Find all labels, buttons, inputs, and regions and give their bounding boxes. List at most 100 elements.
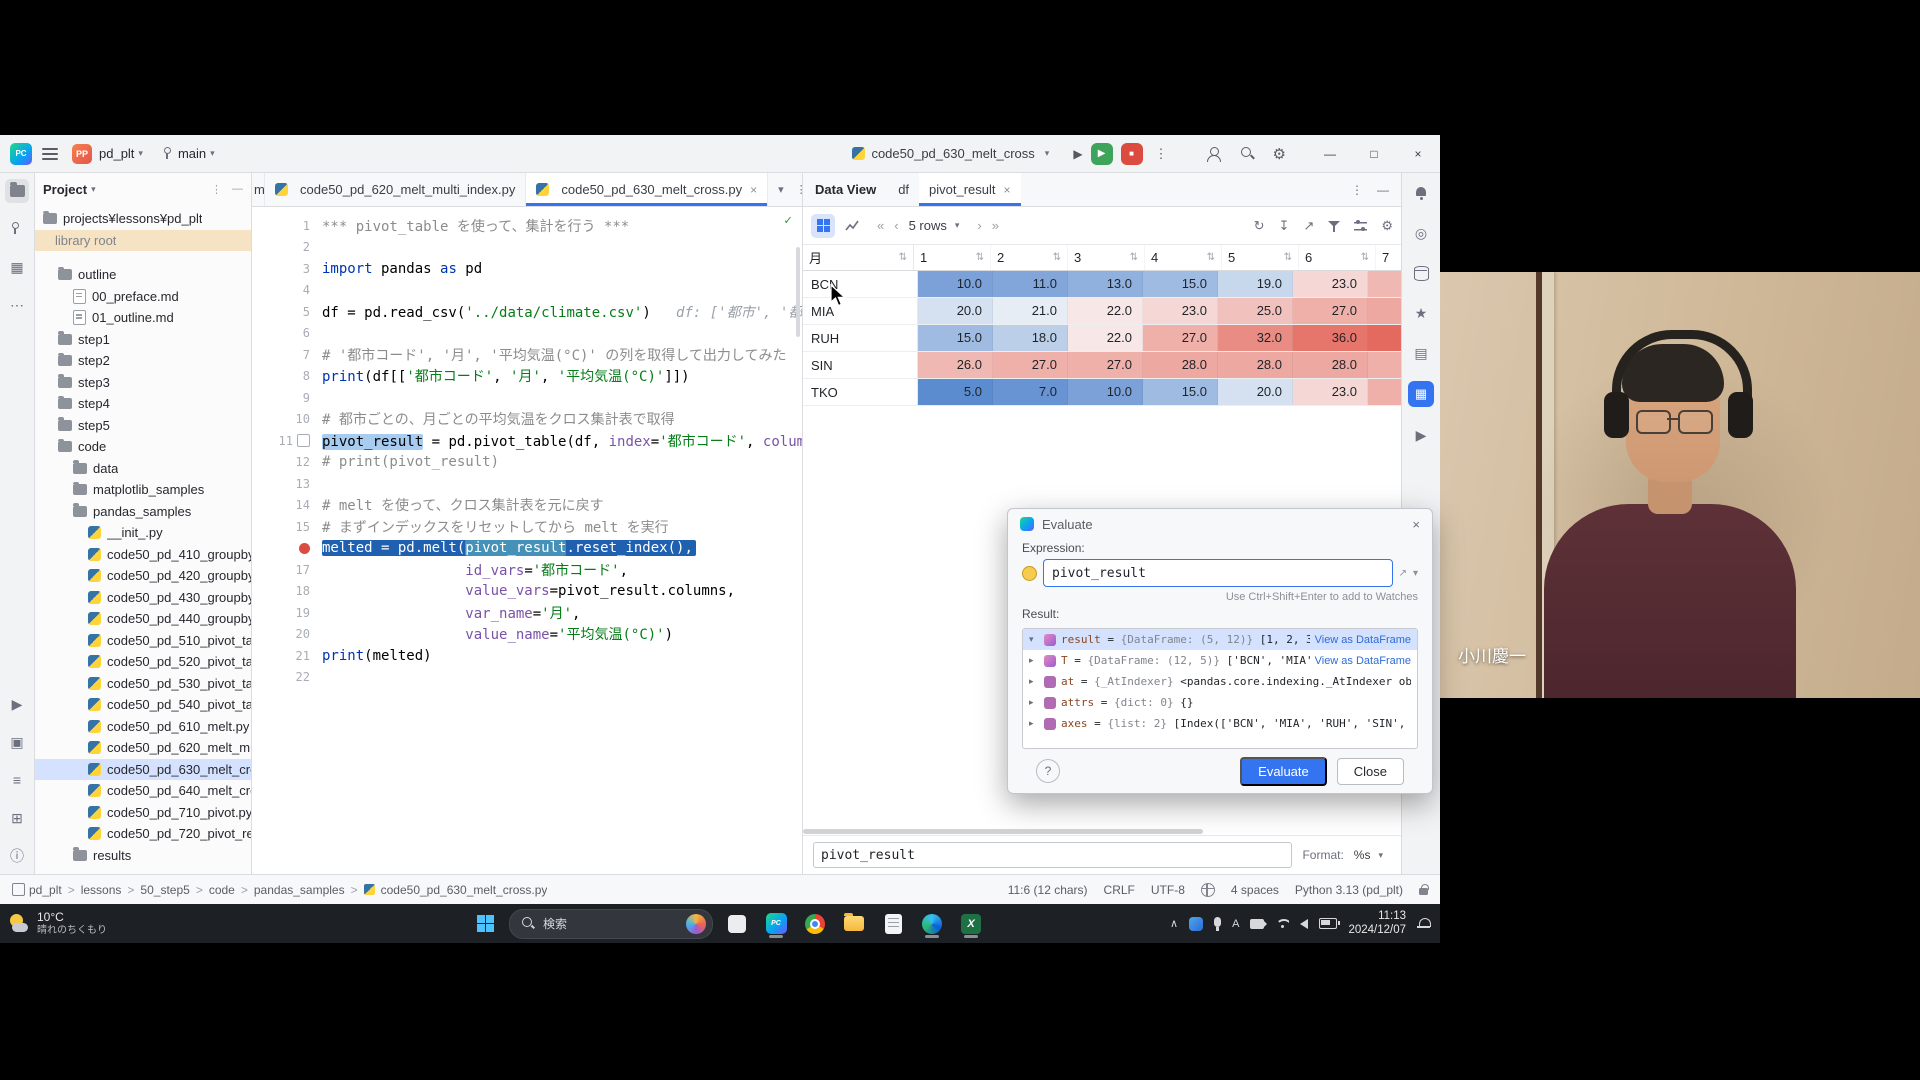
database-tool-icon[interactable] xyxy=(1409,261,1433,285)
project-tree-item[interactable]: projects¥lessons¥pd_plt xyxy=(35,208,251,230)
table-column-header[interactable]: 7⇅ xyxy=(1376,245,1401,270)
prev-page-icon[interactable]: ‹ xyxy=(894,218,898,233)
hide-panel-icon[interactable]: — xyxy=(1377,183,1389,197)
line-ending-indicator[interactable]: CRLF xyxy=(1104,883,1135,897)
project-tree-item[interactable]: code50_pd_430_groupby_multi_index xyxy=(35,587,251,609)
project-tree-item[interactable]: step2 xyxy=(35,350,251,372)
table-corner-header[interactable]: 月⇅ xyxy=(803,245,914,270)
camera-icon[interactable] xyxy=(1250,919,1264,929)
table-cell[interactable]: 5.0 xyxy=(918,379,993,405)
table-column-header[interactable]: 2⇅ xyxy=(991,245,1068,270)
row-label[interactable]: SIN xyxy=(803,352,918,378)
breakpoint-gutter[interactable] xyxy=(252,543,322,554)
wifi-icon[interactable] xyxy=(1275,919,1289,929)
close-tab-icon[interactable]: × xyxy=(750,183,757,197)
maximize-button[interactable]: □ xyxy=(1352,135,1396,172)
dialog-title-bar[interactable]: Evaluate × xyxy=(1008,509,1432,539)
tree-toggle-icon[interactable]: ▸ xyxy=(1029,697,1039,708)
refresh-icon[interactable]: ↻ xyxy=(1254,218,1265,234)
intention-bulb-icon[interactable] xyxy=(1022,566,1037,581)
resume-debug-button[interactable]: ▶ xyxy=(1091,143,1113,165)
breadcrumb-item[interactable]: code50_pd_630_melt_cross.py xyxy=(381,883,548,897)
project-tree-item[interactable]: code50_pd_530_pivot_table_cross.py xyxy=(35,673,251,695)
globe-icon[interactable] xyxy=(1201,883,1215,897)
project-tree-item[interactable]: outline xyxy=(35,264,251,286)
project-tree-item[interactable]: matplotlib_samples xyxy=(35,479,251,501)
project-tree-item[interactable]: __init_.py xyxy=(35,522,251,544)
hidden-tabs-icon[interactable]: ▾ xyxy=(778,183,784,196)
evaluate-result-row[interactable]: ▸axes = {list: 2} [Index(['BCN', 'MIA', … xyxy=(1023,713,1417,734)
python-packages-tool-icon[interactable]: ⊞ xyxy=(5,806,29,830)
view-settings-icon[interactable] xyxy=(1354,220,1367,232)
table-cell[interactable]: 10.0 xyxy=(918,271,993,297)
code-with-me-icon[interactable] xyxy=(1206,146,1222,162)
run-configuration-selector[interactable]: code50_pd_630_melt_cross ▾ xyxy=(844,143,1065,164)
expand-editor-icon[interactable]: ↗ xyxy=(1399,568,1407,579)
weather-widget[interactable]: 10°C 晴れのちくもり xyxy=(8,904,107,943)
caret-position[interactable]: 11:6 (12 chars) xyxy=(1008,883,1088,897)
project-tree-item[interactable]: pandas_samples xyxy=(35,501,251,523)
project-avatar[interactable]: PP xyxy=(72,144,92,164)
chevron-down-icon[interactable]: ▾ xyxy=(91,184,96,195)
evaluate-result-row[interactable]: ▾result = {DataFrame: (5, 12)} [1, 2, 3,… xyxy=(1023,629,1417,650)
row-label[interactable]: TKO xyxy=(803,379,918,405)
row-label[interactable]: BCN xyxy=(803,271,918,297)
dialog-close-icon[interactable]: × xyxy=(1412,517,1420,532)
project-tree-item[interactable]: code50_pd_640_melt_cross_multi_lab... xyxy=(35,780,251,802)
data-view-tool-icon-active[interactable]: ▦ xyxy=(1408,381,1434,407)
notifications-bell-icon[interactable] xyxy=(1409,181,1433,205)
editor-tab[interactable]: melt.py xyxy=(252,173,265,206)
sort-icon[interactable]: ⇅ xyxy=(1284,252,1292,263)
table-cell[interactable]: 27.0 xyxy=(1368,352,1401,378)
project-tool-icon[interactable] xyxy=(5,179,29,203)
code-line-text[interactable]: print(df[['都市コード', '月', '平均気温(°C)']]) xyxy=(322,366,690,386)
row-label[interactable]: MIA xyxy=(803,298,918,324)
onedrive-icon[interactable] xyxy=(1189,917,1203,931)
evaluate-result-row[interactable]: ▸at = {_AtIndexer} <pandas.core.indexing… xyxy=(1023,671,1417,692)
execution-point-line-text[interactable]: melted = pd.melt(pivot_result.reset_inde… xyxy=(322,540,696,556)
code-line-text[interactable]: *** pivot_table を使って、集計を行う *** xyxy=(322,216,629,236)
evaluate-result-row[interactable]: ▸attrs = {dict: 0} {} xyxy=(1023,692,1417,713)
table-cell[interactable]: 27.0 xyxy=(1368,379,1401,405)
table-cell[interactable]: 20.0 xyxy=(918,298,993,324)
vcs-branch-widget[interactable]: main ▾ xyxy=(161,146,223,161)
view-as-dataframe-link[interactable]: View as DataFrame xyxy=(1315,655,1411,667)
project-tree-item[interactable]: step1 xyxy=(35,329,251,351)
editor-tab[interactable]: code50_pd_620_melt_multi_index.py xyxy=(265,173,526,206)
code-line-text[interactable]: var_name='月', xyxy=(322,603,580,623)
panel-options-icon[interactable]: ⋮ xyxy=(1351,183,1363,197)
code-line-text[interactable]: value_vars=pivot_result.columns, xyxy=(322,583,735,599)
code-line-text[interactable]: # print(pivot_result) xyxy=(322,454,499,470)
code-line-text[interactable]: pivot_result = pd.pivot_table(df, index=… xyxy=(322,431,802,451)
chrome-icon[interactable] xyxy=(800,909,830,939)
more-tools-icon[interactable]: ⋯ xyxy=(5,293,29,317)
table-column-header[interactable]: 5⇅ xyxy=(1222,245,1299,270)
table-cell[interactable]: 21.0 xyxy=(993,298,1068,324)
battery-icon[interactable] xyxy=(1319,918,1337,929)
evaluate-result-row[interactable]: ▸T = {DataFrame: (12, 5)} ['BCN', 'MIA',… xyxy=(1023,650,1417,671)
rows-per-page-selector[interactable]: 5 rows ▾ xyxy=(909,218,968,233)
breakpoint-dot[interactable] xyxy=(299,543,310,554)
project-tree-item[interactable]: code50_pd_540_pivot_table_cross_mu... xyxy=(35,694,251,716)
project-tree-item[interactable]: code50_pd_520_pivot_table_multi_... xyxy=(35,651,251,673)
excel-icon[interactable]: X xyxy=(956,909,986,939)
table-column-header[interactable]: 1⇅ xyxy=(914,245,991,270)
taskbar-clock[interactable]: 11:13 2024/12/07 xyxy=(1348,910,1406,938)
evaluate-button[interactable]: Evaluate xyxy=(1240,757,1327,786)
run-tool-icon[interactable]: ▶ xyxy=(1409,423,1433,447)
project-tree-item[interactable]: code50_pd_440_groupby_amex.py xyxy=(35,608,251,630)
table-cell[interactable]: 15.0 xyxy=(1143,271,1218,297)
project-tree-item[interactable]: data xyxy=(35,458,251,480)
table-cell[interactable]: 27.0 xyxy=(993,352,1068,378)
editor-scrollbar[interactable] xyxy=(796,247,800,337)
project-tree-item[interactable]: code50_pd_610_melt.py xyxy=(35,716,251,738)
sciview-tool-icon[interactable]: ▤ xyxy=(1409,341,1433,365)
first-page-icon[interactable]: « xyxy=(877,218,884,233)
table-cell[interactable]: 28.0 xyxy=(1143,352,1218,378)
problems-tool-icon[interactable]: ⓘ xyxy=(5,844,29,868)
tree-toggle-icon[interactable]: ▾ xyxy=(1029,634,1039,645)
breadcrumb-item[interactable]: lessons xyxy=(81,883,122,897)
help-button[interactable]: ? xyxy=(1036,759,1060,783)
table-cell[interactable]: 22.0 xyxy=(1068,298,1143,324)
table-cell[interactable]: 7.0 xyxy=(993,379,1068,405)
